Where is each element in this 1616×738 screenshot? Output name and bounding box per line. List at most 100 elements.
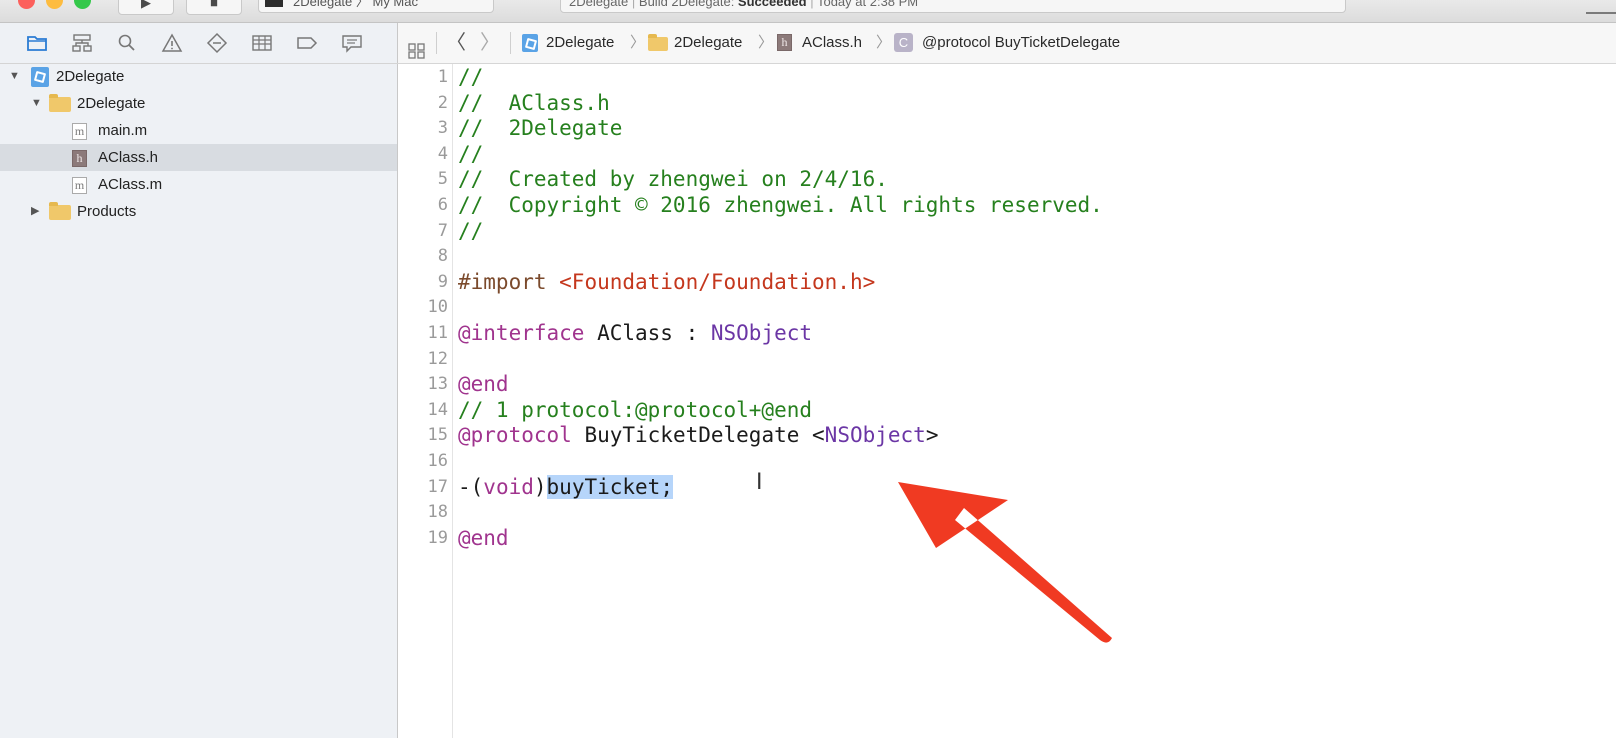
code-token: // 2Delegate xyxy=(458,116,623,141)
tree-item-group[interactable]: ▶ Products xyxy=(0,198,397,225)
scheme-label: 2Delegate 〉 My Mac xyxy=(293,0,418,9)
tree-item-file[interactable]: m AClass.m xyxy=(0,171,397,198)
code-text: -(void)buyTicket; xyxy=(458,474,673,500)
line-number: 12 xyxy=(427,348,448,369)
play-icon: ▶ xyxy=(141,0,151,10)
code-token: // xyxy=(458,141,484,166)
line-number: 15 xyxy=(427,425,448,446)
warning-icon[interactable] xyxy=(159,31,185,55)
line-number: 18 xyxy=(427,502,448,523)
stop-button[interactable]: ■ xyxy=(186,0,242,15)
code-text: #import <Foundation/Foundation.h> xyxy=(458,269,875,295)
code-text: // Copyright © 2016 zhengwei. All rights… xyxy=(458,192,1103,218)
jump-bar: 〈 〉 2Delegate 〉 2Delegate 〉 h AClass.h 〉… xyxy=(398,23,1616,64)
code-token: @end xyxy=(458,372,509,397)
breadcrumb-symbol[interactable]: @protocol BuyTicketDelegate xyxy=(922,23,1120,63)
search-icon[interactable] xyxy=(114,31,140,55)
tree-item-label: 2Delegate xyxy=(77,95,146,112)
navigator-tabs xyxy=(0,23,398,64)
breadcrumb-group[interactable]: 2Delegate xyxy=(674,23,742,63)
line-number: 1 xyxy=(437,67,448,87)
debug-grid-icon[interactable] xyxy=(249,31,275,55)
close-window-button[interactable] xyxy=(18,0,35,9)
tree-item-project[interactable]: ▼ 2Delegate xyxy=(0,63,397,90)
disclosure-triangle-icon[interactable]: ▼ xyxy=(9,63,20,90)
code-text: // Created by zhengwei on 2/4/16. xyxy=(458,166,888,192)
folder-icon xyxy=(49,94,71,112)
line-number: 2 xyxy=(437,92,448,113)
tree-item-label: AClass.h xyxy=(98,149,159,166)
scheme-selector[interactable]: 2Delegate 〉 My Mac xyxy=(258,0,494,13)
code-token: -( xyxy=(458,474,484,499)
code-token: AClass : xyxy=(584,321,711,345)
divider xyxy=(436,32,437,54)
code-token: NSObject xyxy=(824,423,926,448)
status-project: 2Delegate xyxy=(569,0,629,9)
line-number: 14 xyxy=(427,399,448,420)
text-cursor-icon: I xyxy=(756,470,763,495)
code-token: BuyTicketDelegate < xyxy=(571,423,825,448)
line-number: 4 xyxy=(437,143,448,164)
code-text: // 2Delegate xyxy=(458,115,622,141)
code-token: // xyxy=(458,65,484,89)
code-token: @end xyxy=(458,525,509,550)
line-number: 19 xyxy=(427,527,448,548)
code-token: > xyxy=(925,423,939,448)
code-token: // Copyright © 2016 zhengwei. All rights… xyxy=(458,193,1103,217)
status-build-prefix: Build 2Delegate: xyxy=(638,0,738,9)
source-editor[interactable]: 1 // 2 // AClass.h 3 // 2Delegate 4 // 5 // Creat… xyxy=(398,64,1616,738)
code-token: <Foundation/Foundation.h> xyxy=(559,269,876,294)
activity-status: 2Delegate | Build 2Delegate: Succeeded |… xyxy=(560,0,1346,13)
zoom-window-button[interactable] xyxy=(74,0,91,9)
minimize-window-button[interactable] xyxy=(46,0,63,9)
editor-layout-icon[interactable] xyxy=(1586,0,1616,14)
code-text: @protocol BuyTicketDelegate <NSObject> xyxy=(458,422,938,448)
breadcrumb-project[interactable]: 2Delegate xyxy=(546,23,614,63)
code-token: // Created by zhengwei on 2/4/16. xyxy=(458,167,888,192)
objc-source-file-icon: m xyxy=(72,177,87,194)
status-build-result: Succeeded xyxy=(737,0,807,9)
tree-item-label: Products xyxy=(77,203,137,220)
code-token: // AClass.h xyxy=(458,90,610,115)
run-button[interactable]: ▶ xyxy=(118,0,174,15)
line-number: 3 xyxy=(437,118,448,139)
folder-icon xyxy=(49,202,71,220)
header-file-icon: h xyxy=(72,150,87,167)
disclosure-triangle-icon[interactable]: ▶ xyxy=(31,198,39,225)
report-icon[interactable] xyxy=(339,31,365,55)
tree-item-label: main.m xyxy=(98,122,148,139)
tree-item-group[interactable]: ▼ 2Delegate xyxy=(0,90,397,117)
chevron-right-icon: 〉 xyxy=(876,34,892,51)
code-text: // xyxy=(458,218,483,244)
code-token: NSObject xyxy=(710,321,813,345)
breakpoint-icon[interactable] xyxy=(294,31,320,55)
line-number: 7 xyxy=(437,220,448,241)
back-button[interactable]: 〈 xyxy=(446,23,466,63)
selected-token: buyTicket; xyxy=(546,474,673,499)
test-diamond-icon[interactable] xyxy=(204,31,230,55)
hierarchy-icon[interactable] xyxy=(69,31,95,55)
tree-item-label: AClass.m xyxy=(98,176,163,193)
line-number: 11 xyxy=(427,323,448,343)
code-text: @end xyxy=(458,525,509,551)
line-number: 16 xyxy=(427,451,448,471)
line-number: 17 xyxy=(427,476,448,497)
project-icon xyxy=(31,67,49,87)
breadcrumb-file[interactable]: AClass.h xyxy=(802,23,862,63)
line-number: 8 xyxy=(437,246,448,267)
line-number: 10 xyxy=(427,297,448,318)
forward-button[interactable]: 〉 xyxy=(480,23,500,63)
tree-item-file[interactable]: m main.m xyxy=(0,117,397,144)
tree-item-file-selected[interactable]: h AClass.h xyxy=(0,144,397,171)
line-number: 13 xyxy=(427,374,448,395)
code-text: @interface AClass : NSObject xyxy=(458,320,812,346)
chevron-right-icon: 〉 xyxy=(630,34,646,51)
disclosure-triangle-icon[interactable]: ▼ xyxy=(31,90,42,117)
code-text: @end xyxy=(458,371,509,397)
divider xyxy=(510,32,511,54)
code-token: #import xyxy=(458,269,560,294)
code-token: ) xyxy=(533,474,547,499)
scheme-app-icon xyxy=(265,0,283,7)
folder-icon[interactable] xyxy=(24,31,50,55)
tree-item-label: 2Delegate xyxy=(56,68,125,85)
